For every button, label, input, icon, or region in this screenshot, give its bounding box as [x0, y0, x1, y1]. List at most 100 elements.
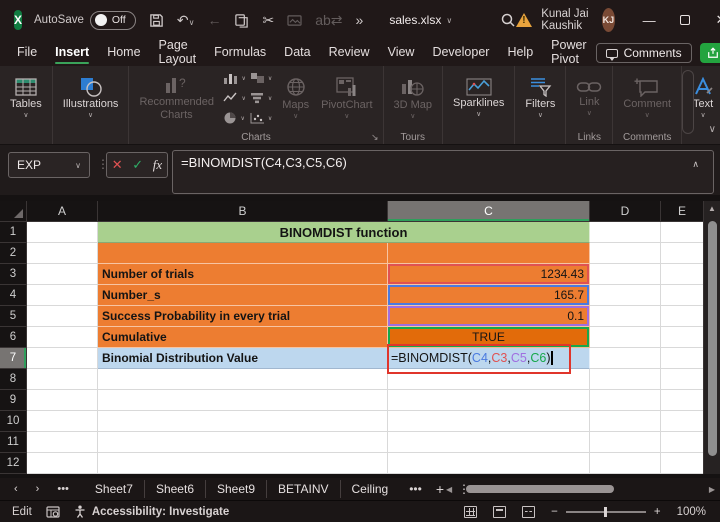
horizontal-scroll-thumb[interactable] [466, 485, 614, 493]
cut-icon[interactable]: ✂ [262, 13, 274, 27]
ribbon-scrollbar[interactable] [682, 70, 694, 134]
collapse-ribbon-icon[interactable]: ∨ [709, 124, 716, 135]
sheet-tab-ceiling[interactable]: Ceiling [341, 480, 400, 498]
filters-button[interactable]: Filters ∨ [519, 75, 561, 122]
recommended-charts-button[interactable]: ? Recommended Charts [133, 73, 219, 123]
tab-developer[interactable]: Developer [423, 41, 498, 65]
column-header-c[interactable]: C [388, 201, 590, 222]
cell-E11[interactable] [661, 432, 703, 453]
minimize-button[interactable]: — [631, 0, 667, 40]
link-button[interactable]: Link ∨ [570, 77, 608, 120]
cell-A2[interactable] [27, 243, 98, 264]
enter-icon[interactable]: ✓ [132, 157, 143, 173]
cell-C9[interactable] [388, 390, 590, 411]
sheet-tab-sheet6[interactable]: Sheet6 [145, 480, 206, 498]
close-button[interactable]: ✕ [703, 0, 720, 40]
cell-D4[interactable] [590, 285, 661, 306]
row-header-10[interactable]: 10 [0, 411, 27, 432]
cell-C8[interactable] [388, 369, 590, 390]
cell-A8[interactable] [27, 369, 98, 390]
cell-D5[interactable] [590, 306, 661, 327]
row-header-9[interactable]: 9 [0, 390, 27, 411]
cell-A6[interactable] [27, 327, 98, 348]
share-button[interactable]: ∨ [699, 43, 720, 63]
tab-insert[interactable]: Insert [46, 41, 98, 65]
zoom-level[interactable]: 100% [677, 506, 706, 518]
paste-icon[interactable] [287, 14, 302, 27]
zoom-slider-knob[interactable] [603, 506, 607, 517]
zoom-out-icon[interactable]: − [551, 506, 558, 518]
scroll-up-icon[interactable]: ▲ [704, 201, 720, 213]
cell-E4[interactable] [661, 285, 703, 306]
undo-icon[interactable]: ↶∨ [177, 13, 195, 27]
cell-B3[interactable]: Number of trials [98, 264, 388, 285]
row-header-5[interactable]: 5 [0, 306, 27, 327]
page-layout-view-icon[interactable] [493, 505, 507, 518]
row-header-6[interactable]: 6 [0, 327, 27, 348]
cell-B12[interactable] [98, 453, 388, 474]
tab-view[interactable]: View [379, 41, 424, 65]
sparklines-button[interactable]: Sparklines ∨ [447, 76, 510, 121]
cell-D10[interactable] [590, 411, 661, 432]
column-header-d[interactable]: D [590, 201, 661, 222]
cell-E12[interactable] [661, 453, 703, 474]
row-header-2[interactable]: 2 [0, 243, 27, 264]
cell-A10[interactable] [27, 411, 98, 432]
cell-A7[interactable] [27, 348, 98, 369]
new-sheet-button[interactable]: + [436, 481, 444, 497]
user-avatar[interactable]: KJ [601, 8, 616, 32]
collapse-formula-bar-icon[interactable]: ∧ [692, 159, 699, 170]
document-title[interactable]: sales.xlsx ∨ [389, 13, 452, 27]
cell-B7[interactable]: Binomial Distribution Value [98, 348, 388, 369]
row-header-3[interactable]: 3 [0, 264, 27, 285]
sheet-tab-sheet7[interactable]: Sheet7 [83, 480, 145, 498]
column-chart-button[interactable]: ∨ [223, 72, 246, 84]
cell-D6[interactable] [590, 327, 661, 348]
cell-A9[interactable] [27, 390, 98, 411]
cell-D1[interactable] [590, 222, 661, 243]
charts-dialog-launcher-icon[interactable]: ↘ [371, 132, 379, 143]
tab-review[interactable]: Review [320, 41, 379, 65]
scatter-chart-button[interactable]: ∨ [250, 112, 272, 124]
scroll-left-icon[interactable]: ◀ [446, 485, 458, 494]
page-break-view-icon[interactable] [522, 505, 536, 518]
cell-D9[interactable] [590, 390, 661, 411]
excel-app-icon[interactable]: X [14, 10, 23, 30]
sheet-list-icon[interactable]: ••• [57, 483, 69, 495]
cell-A5[interactable] [27, 306, 98, 327]
warning-icon[interactable]: ! [516, 13, 533, 27]
cell-E10[interactable] [661, 411, 703, 432]
cell-C4[interactable]: 165.7 [388, 285, 590, 306]
cell-C6[interactable]: TRUE [388, 327, 590, 348]
pie-chart-button[interactable]: ∨ [223, 111, 245, 125]
cell-C7-formula[interactable]: =BINOMDIST(C4, C3, C5, C6) [388, 348, 590, 369]
cell-C12[interactable] [388, 453, 590, 474]
column-header-e[interactable]: E [661, 201, 703, 222]
tab-data[interactable]: Data [275, 41, 319, 65]
cell-E3[interactable] [661, 264, 703, 285]
cell-C11[interactable] [388, 432, 590, 453]
search-button[interactable] [500, 12, 516, 28]
name-box[interactable]: EXP ∨ [8, 152, 90, 178]
cell-E6[interactable] [661, 327, 703, 348]
cell-B6[interactable]: Cumulative [98, 327, 388, 348]
sheet-nav-left-icon[interactable]: ‹ [14, 483, 18, 495]
cell-B8[interactable] [98, 369, 388, 390]
cell-B10[interactable] [98, 411, 388, 432]
cell-B1-title[interactable]: BINOMDIST function [98, 222, 590, 243]
tab-formulas[interactable]: Formulas [205, 41, 275, 65]
row-header-1[interactable]: 1 [0, 222, 27, 243]
cancel-icon[interactable]: ✕ [112, 157, 123, 173]
tables-button[interactable]: Tables ∨ [4, 75, 48, 122]
zoom-slider[interactable] [565, 506, 646, 517]
area-chart-button[interactable]: ∨ [250, 72, 272, 84]
row-header-4[interactable]: 4 [0, 285, 27, 306]
cell-D2[interactable] [590, 243, 661, 264]
cell-D11[interactable] [590, 432, 661, 453]
pivotchart-button[interactable]: PivotChart ∨ [315, 74, 378, 123]
tab-file[interactable]: File [8, 41, 46, 65]
cell-E9[interactable] [661, 390, 703, 411]
macro-record-icon[interactable] [46, 505, 60, 518]
more-sheets-icon[interactable]: ••• [409, 482, 422, 496]
cell-A1[interactable] [27, 222, 98, 243]
